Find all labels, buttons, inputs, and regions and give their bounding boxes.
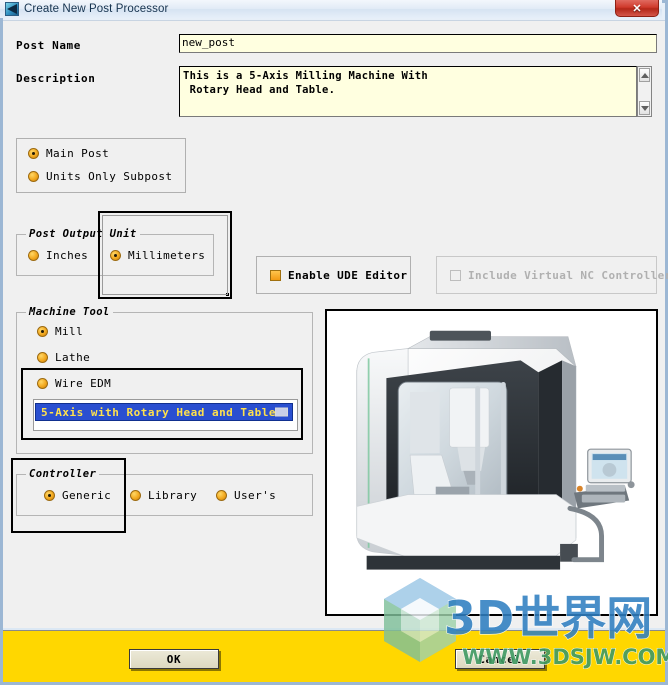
checkbox-enable-ude-editor-icon [270, 270, 281, 281]
dialog-footer: OK Cancel [3, 630, 665, 682]
radio-inches-label: Inches [46, 249, 89, 262]
radio-wire-edm[interactable]: Wire EDM [37, 377, 111, 390]
radio-library-label: Library [148, 489, 198, 502]
radio-units-only-subpost[interactable]: Units Only Subpost [28, 170, 172, 183]
radio-users-icon [216, 490, 227, 501]
radio-users-label: User's [234, 489, 277, 502]
radio-wire-edm-icon [37, 378, 48, 389]
enable-ude-editor-box[interactable]: Enable UDE Editor [256, 256, 411, 294]
post-name-label: Post Name [16, 39, 82, 52]
radio-library-icon [130, 490, 141, 501]
close-icon[interactable] [615, 0, 659, 17]
radio-units-only-subpost-icon [28, 171, 39, 182]
radio-generic[interactable]: Generic [44, 489, 111, 502]
cancel-button[interactable]: Cancel [455, 649, 545, 669]
radio-inches[interactable]: Inches [28, 249, 88, 262]
post-type-panel: Main Post Units Only Subpost [16, 138, 186, 193]
radio-mill[interactable]: Mill [37, 325, 83, 338]
scroll-down-icon[interactable] [639, 101, 650, 115]
checkbox-include-virtual-nc: Include Virtual NC Controller [450, 269, 668, 282]
radio-lathe-icon [37, 352, 48, 363]
post-output-unit-title: Post Output Unit [26, 228, 140, 240]
radio-main-post-icon [28, 148, 39, 159]
post-processor-icon [5, 2, 19, 16]
radio-units-only-subpost-label: Units Only Subpost [46, 170, 173, 183]
radio-main-post[interactable]: Main Post [28, 147, 109, 160]
description-input[interactable]: This is a 5-Axis Milling Machine With Ro… [179, 66, 637, 117]
post-name-input[interactable]: new_post [179, 34, 657, 53]
radio-wire-edm-label: Wire EDM [55, 377, 112, 390]
include-virtual-nc-box: Include Virtual NC Controller [436, 256, 668, 294]
radio-mill-label: Mill [55, 325, 84, 338]
list-caret-icon [275, 407, 288, 417]
post-processor-dialog: Create New Post Processor Post Name new_… [0, 0, 668, 685]
machine-preview-image [327, 311, 656, 614]
window-title: Create New Post Processor [24, 3, 169, 15]
checkbox-include-virtual-nc-icon [450, 270, 461, 281]
radio-generic-icon [44, 490, 55, 501]
machine-tool-group: Machine Tool Mill Lathe Wire EDM [16, 306, 313, 454]
radio-lathe[interactable]: Lathe [37, 351, 90, 364]
radio-mill-icon [37, 326, 48, 337]
radio-users[interactable]: User's [216, 489, 276, 502]
radio-library[interactable]: Library [130, 489, 197, 502]
post-output-unit-group: Post Output Unit Inches Millimeters [16, 228, 214, 276]
machine-list-selected-item[interactable]: 5-Axis with Rotary Head and Table [35, 403, 293, 421]
description-label: Description [16, 72, 96, 85]
machine-tool-title: Machine Tool [26, 306, 113, 318]
radio-generic-label: Generic [62, 489, 112, 502]
title-bar: Create New Post Processor [0, 0, 662, 18]
radio-millimeters-icon [110, 250, 121, 261]
radio-millimeters-label: Millimeters [128, 249, 206, 262]
description-scrollbar[interactable] [637, 66, 652, 117]
scroll-up-icon[interactable] [639, 68, 650, 82]
dialog-body: Post Name new_post Description This is a… [3, 20, 668, 628]
checkbox-enable-ude-editor-label: Enable UDE Editor [288, 269, 408, 282]
radio-inches-icon [28, 250, 39, 261]
checkbox-enable-ude-editor[interactable]: Enable UDE Editor [270, 269, 407, 282]
radio-lathe-label: Lathe [55, 351, 91, 364]
radio-millimeters[interactable]: Millimeters [110, 249, 205, 262]
controller-title: Controller [26, 468, 100, 480]
controller-group: Controller Generic Library User's [16, 468, 313, 516]
ok-button[interactable]: OK [129, 649, 219, 669]
machine-preview [325, 309, 658, 616]
radio-main-post-label: Main Post [46, 147, 110, 160]
checkbox-include-virtual-nc-label: Include Virtual NC Controller [468, 269, 668, 282]
